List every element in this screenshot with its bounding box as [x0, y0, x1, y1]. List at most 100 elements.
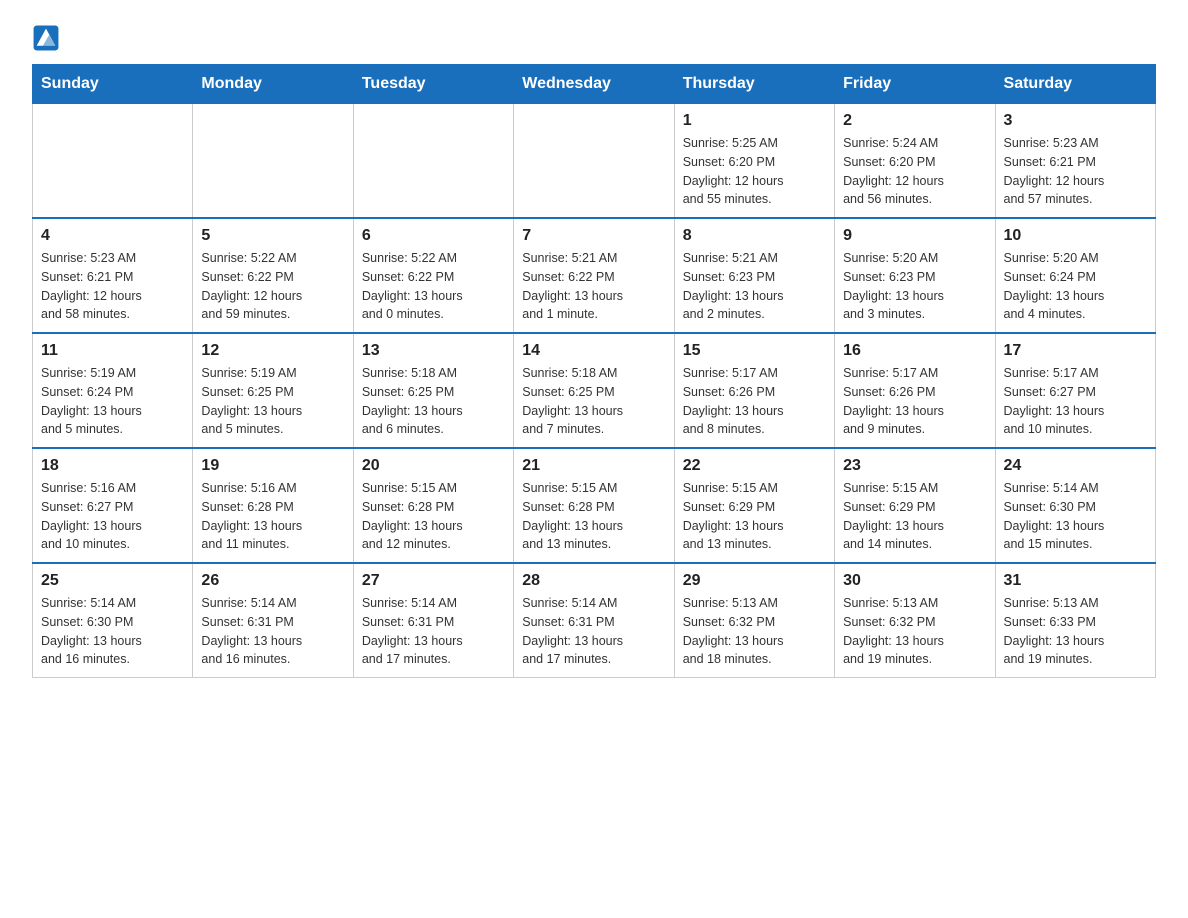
calendar-day-empty [353, 104, 513, 219]
day-info: Sunrise: 5:23 AM Sunset: 6:21 PM Dayligh… [41, 249, 184, 324]
day-number: 7 [522, 227, 665, 245]
calendar-day-empty [514, 104, 674, 219]
calendar-week-row: 11 Sunrise: 5:19 AM Sunset: 6:24 PM Dayli… [33, 333, 1156, 448]
day-info: Sunrise: 5:23 AM Sunset: 6:21 PM Dayligh… [1004, 134, 1147, 209]
day-number: 25 [41, 572, 184, 590]
day-info: Sunrise: 5:14 AM Sunset: 6:30 PM Dayligh… [1004, 479, 1147, 554]
calendar-day-15: 15 Sunrise: 5:17 AM Sunset: 6:26 PM Dayli… [674, 333, 834, 448]
day-number: 8 [683, 227, 826, 245]
day-number: 4 [41, 227, 184, 245]
calendar-day-13: 13Sunrise: 5:18 AM Sunset: 6:25 PM Dayli… [353, 333, 513, 448]
day-info: Sunrise: 5:24 AM Sunset: 6:20 PM Dayligh… [843, 134, 986, 209]
calendar-day-22: 22 Sunrise: 5:15 AM Sunset: 6:29 PM Dayli… [674, 448, 834, 563]
calendar-day-31: 31 Sunrise: 5:13 AM Sunset: 6:33 PM Dayli… [995, 563, 1155, 678]
weekday-header-wednesday: Wednesday [514, 65, 674, 104]
calendar-day-24: 24Sunrise: 5:14 AM Sunset: 6:30 PM Dayli… [995, 448, 1155, 563]
day-info: Sunrise: 5:13 AM Sunset: 6:32 PM Dayligh… [843, 594, 986, 669]
day-number: 5 [201, 227, 344, 245]
calendar-table: SundayMondayTuesdayWednesdayThursdayFrid… [32, 64, 1156, 678]
calendar-day-23: 23 Sunrise: 5:15 AM Sunset: 6:29 PM Dayli… [835, 448, 995, 563]
day-info: Sunrise: 5:15 AM Sunset: 6:29 PM Dayligh… [843, 479, 986, 554]
calendar-day-3: 3 Sunrise: 5:23 AM Sunset: 6:21 PM Daylig… [995, 104, 1155, 219]
calendar-day-17: 17Sunrise: 5:17 AM Sunset: 6:27 PM Dayli… [995, 333, 1155, 448]
calendar-day-30: 30 Sunrise: 5:13 AM Sunset: 6:32 PM Dayli… [835, 563, 995, 678]
calendar-day-8: 8Sunrise: 5:21 AM Sunset: 6:23 PM Daylig… [674, 218, 834, 333]
calendar-day-26: 26 Sunrise: 5:14 AM Sunset: 6:31 PM Dayli… [193, 563, 353, 678]
day-number: 3 [1004, 112, 1147, 130]
calendar-week-row: 25 Sunrise: 5:14 AM Sunset: 6:30 PM Dayli… [33, 563, 1156, 678]
day-number: 31 [1004, 572, 1147, 590]
day-number: 28 [522, 572, 665, 590]
day-number: 16 [843, 342, 986, 360]
calendar-week-row: 4 Sunrise: 5:23 AM Sunset: 6:21 PM Daylig… [33, 218, 1156, 333]
logo [32, 24, 64, 52]
calendar-day-4: 4 Sunrise: 5:23 AM Sunset: 6:21 PM Daylig… [33, 218, 193, 333]
day-info: Sunrise: 5:22 AM Sunset: 6:22 PM Dayligh… [362, 249, 505, 324]
day-info: Sunrise: 5:14 AM Sunset: 6:31 PM Dayligh… [522, 594, 665, 669]
calendar-day-27: 27Sunrise: 5:14 AM Sunset: 6:31 PM Dayli… [353, 563, 513, 678]
weekday-header-tuesday: Tuesday [353, 65, 513, 104]
day-info: Sunrise: 5:17 AM Sunset: 6:26 PM Dayligh… [683, 364, 826, 439]
day-info: Sunrise: 5:20 AM Sunset: 6:23 PM Dayligh… [843, 249, 986, 324]
weekday-header-saturday: Saturday [995, 65, 1155, 104]
day-info: Sunrise: 5:19 AM Sunset: 6:25 PM Dayligh… [201, 364, 344, 439]
day-number: 17 [1004, 342, 1147, 360]
day-number: 27 [362, 572, 505, 590]
day-number: 18 [41, 457, 184, 475]
day-info: Sunrise: 5:16 AM Sunset: 6:27 PM Dayligh… [41, 479, 184, 554]
day-info: Sunrise: 5:22 AM Sunset: 6:22 PM Dayligh… [201, 249, 344, 324]
calendar-day-empty [193, 104, 353, 219]
day-info: Sunrise: 5:17 AM Sunset: 6:26 PM Dayligh… [843, 364, 986, 439]
day-info: Sunrise: 5:13 AM Sunset: 6:33 PM Dayligh… [1004, 594, 1147, 669]
day-number: 9 [843, 227, 986, 245]
calendar-header-row: SundayMondayTuesdayWednesdayThursdayFrid… [33, 65, 1156, 104]
day-info: Sunrise: 5:20 AM Sunset: 6:24 PM Dayligh… [1004, 249, 1147, 324]
day-info: Sunrise: 5:15 AM Sunset: 6:28 PM Dayligh… [362, 479, 505, 554]
calendar-day-18: 18 Sunrise: 5:16 AM Sunset: 6:27 PM Dayli… [33, 448, 193, 563]
calendar-day-5: 5 Sunrise: 5:22 AM Sunset: 6:22 PM Daylig… [193, 218, 353, 333]
calendar-day-21: 21Sunrise: 5:15 AM Sunset: 6:28 PM Dayli… [514, 448, 674, 563]
calendar-day-7: 7Sunrise: 5:21 AM Sunset: 6:22 PM Daylig… [514, 218, 674, 333]
calendar-day-10: 10 Sunrise: 5:20 AM Sunset: 6:24 PM Dayli… [995, 218, 1155, 333]
calendar-week-row: 1 Sunrise: 5:25 AM Sunset: 6:20 PM Daylig… [33, 104, 1156, 219]
day-number: 26 [201, 572, 344, 590]
calendar-day-2: 2 Sunrise: 5:24 AM Sunset: 6:20 PM Daylig… [835, 104, 995, 219]
calendar-day-9: 9 Sunrise: 5:20 AM Sunset: 6:23 PM Daylig… [835, 218, 995, 333]
calendar-day-11: 11 Sunrise: 5:19 AM Sunset: 6:24 PM Dayli… [33, 333, 193, 448]
day-info: Sunrise: 5:25 AM Sunset: 6:20 PM Dayligh… [683, 134, 826, 209]
calendar-week-row: 18 Sunrise: 5:16 AM Sunset: 6:27 PM Dayli… [33, 448, 1156, 563]
day-number: 23 [843, 457, 986, 475]
calendar-day-14: 14Sunrise: 5:18 AM Sunset: 6:25 PM Dayli… [514, 333, 674, 448]
calendar-day-19: 19Sunrise: 5:16 AM Sunset: 6:28 PM Dayli… [193, 448, 353, 563]
calendar-day-28: 28 Sunrise: 5:14 AM Sunset: 6:31 PM Dayli… [514, 563, 674, 678]
day-number: 12 [201, 342, 344, 360]
day-number: 29 [683, 572, 826, 590]
day-number: 19 [201, 457, 344, 475]
day-info: Sunrise: 5:18 AM Sunset: 6:25 PM Dayligh… [362, 364, 505, 439]
day-info: Sunrise: 5:15 AM Sunset: 6:28 PM Dayligh… [522, 479, 665, 554]
calendar-day-1: 1 Sunrise: 5:25 AM Sunset: 6:20 PM Daylig… [674, 104, 834, 219]
calendar-day-16: 16 Sunrise: 5:17 AM Sunset: 6:26 PM Dayli… [835, 333, 995, 448]
calendar-day-empty [33, 104, 193, 219]
day-number: 30 [843, 572, 986, 590]
weekday-header-thursday: Thursday [674, 65, 834, 104]
weekday-header-sunday: Sunday [33, 65, 193, 104]
calendar-day-20: 20 Sunrise: 5:15 AM Sunset: 6:28 PM Dayli… [353, 448, 513, 563]
calendar-day-25: 25 Sunrise: 5:14 AM Sunset: 6:30 PM Dayli… [33, 563, 193, 678]
day-number: 15 [683, 342, 826, 360]
day-info: Sunrise: 5:19 AM Sunset: 6:24 PM Dayligh… [41, 364, 184, 439]
day-number: 10 [1004, 227, 1147, 245]
calendar-day-6: 6 Sunrise: 5:22 AM Sunset: 6:22 PM Daylig… [353, 218, 513, 333]
day-number: 11 [41, 342, 184, 360]
day-number: 6 [362, 227, 505, 245]
day-number: 1 [683, 112, 826, 130]
weekday-header-friday: Friday [835, 65, 995, 104]
day-info: Sunrise: 5:15 AM Sunset: 6:29 PM Dayligh… [683, 479, 826, 554]
day-number: 20 [362, 457, 505, 475]
day-info: Sunrise: 5:14 AM Sunset: 6:31 PM Dayligh… [201, 594, 344, 669]
day-info: Sunrise: 5:13 AM Sunset: 6:32 PM Dayligh… [683, 594, 826, 669]
day-number: 22 [683, 457, 826, 475]
day-number: 2 [843, 112, 986, 130]
day-info: Sunrise: 5:14 AM Sunset: 6:30 PM Dayligh… [41, 594, 184, 669]
weekday-header-monday: Monday [193, 65, 353, 104]
